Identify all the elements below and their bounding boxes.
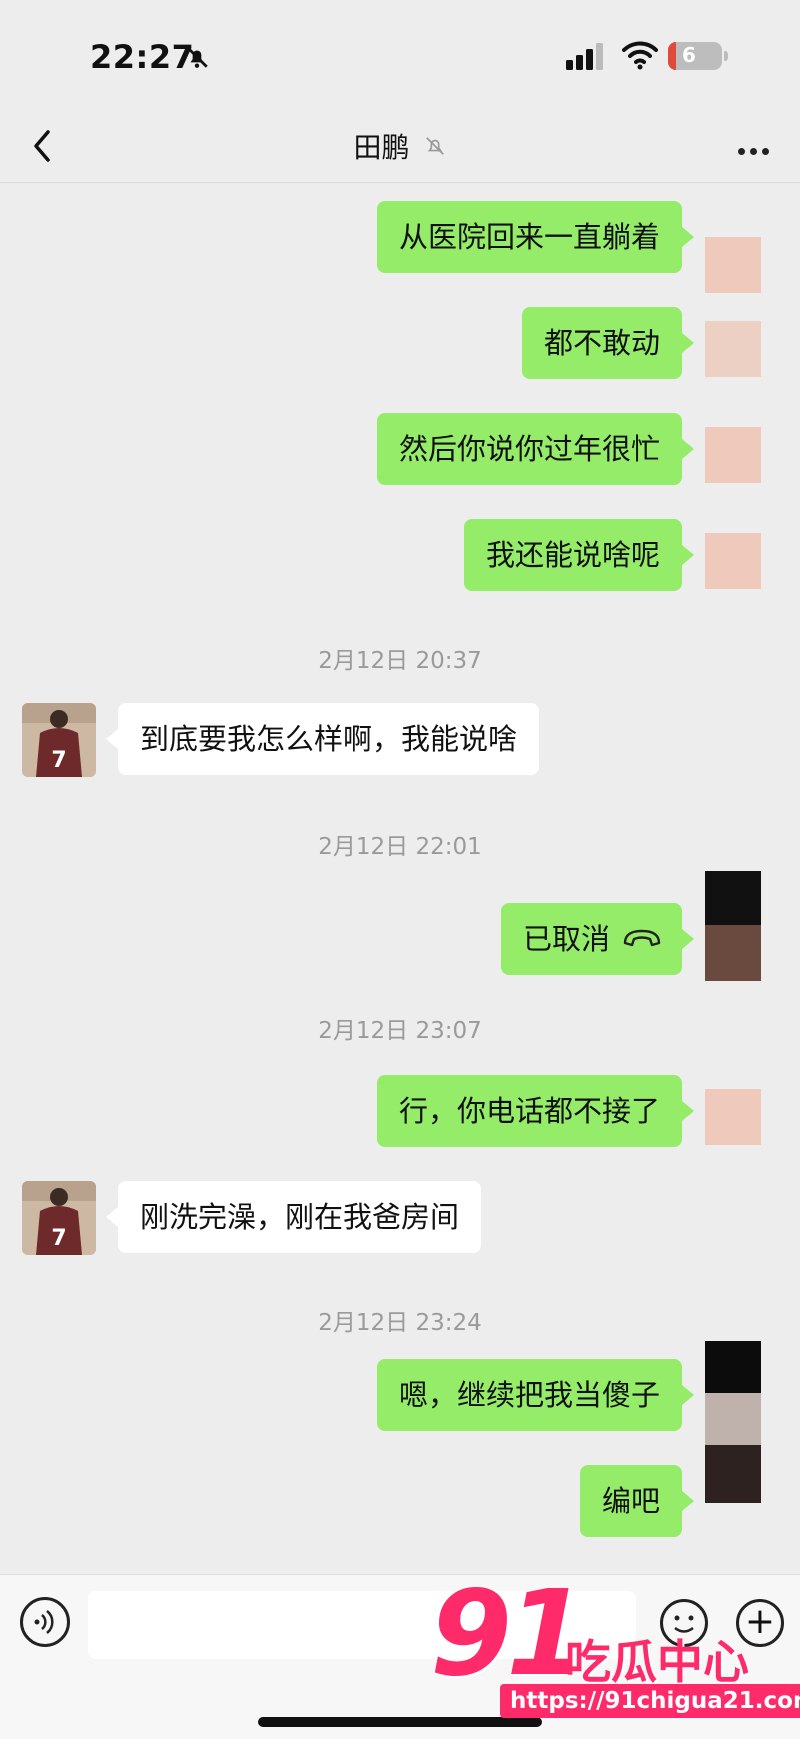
avatar[interactable] [705,321,761,377]
watermark-name: 吃瓜中心 [565,1635,749,1689]
hangup-icon [623,929,661,947]
call-message[interactable]: 已取消 [500,903,695,975]
status-time: 22:27 [90,38,195,76]
avatar[interactable] [705,533,761,589]
avatar[interactable] [705,1341,761,1503]
chat-title: 田鹏 [353,131,410,164]
avatar-image: 7 [22,703,96,777]
chat-title-group: 田鹏 [0,126,800,166]
avatar[interactable]: 7 [22,1181,96,1255]
my-message[interactable]: 从医院回来一直躺着 [376,201,695,273]
battery-icon: 6 [668,42,728,70]
timestamp: 2月12日 23:24 [318,1310,482,1336]
timestamp: 2月12日 22:01 [318,834,482,860]
call-status: 已取消 [522,922,610,956]
watermark-url: https://91chigua21.com [500,1684,800,1718]
avatar[interactable] [705,427,761,483]
avatar[interactable] [705,237,761,293]
peer-message[interactable]: 到底要我怎么样啊，我能说啥 [105,703,540,775]
message-list: 从医院回来一直躺着 都不敢动 然后你说你过年很忙 我还能说啥呢 2月12日 20… [0,183,800,1573]
my-message[interactable]: 编吧 [579,1465,695,1537]
voice-icon[interactable] [20,1597,70,1647]
status-bar: 22:27 6 [0,0,800,110]
jersey-number: 7 [51,748,66,773]
avatar[interactable]: 7 [22,703,96,777]
my-message[interactable]: 行，你电话都不接了 [376,1075,695,1147]
watermark: 91 吃瓜中心 https://91chigua21.com [430,1574,800,1738]
avatar[interactable] [705,871,761,981]
timestamp: 2月12日 20:37 [318,648,482,674]
more-icon[interactable] [738,140,778,155]
my-message[interactable]: 然后你说你过年很忙 [376,413,695,485]
my-message[interactable]: 都不敢动 [521,307,695,379]
my-message[interactable]: 嗯，继续把我当傻子 [376,1359,695,1431]
bell-off-icon [186,46,208,68]
watermark-logo: 91 [430,1564,588,1702]
avatar-image: 7 [22,1181,96,1255]
wifi-icon [622,41,658,70]
battery-level: 6 [682,43,696,67]
timestamp: 2月12日 23:07 [318,1018,482,1044]
jersey-number: 7 [51,1226,66,1251]
mute-icon [426,137,445,155]
chat-header: 田鹏 [0,110,800,183]
my-message[interactable]: 我还能说啥呢 [463,519,695,591]
peer-message[interactable]: 刚洗完澡，刚在我爸房间 [105,1181,482,1253]
avatar[interactable] [705,1089,761,1145]
signal-icon [566,43,603,70]
